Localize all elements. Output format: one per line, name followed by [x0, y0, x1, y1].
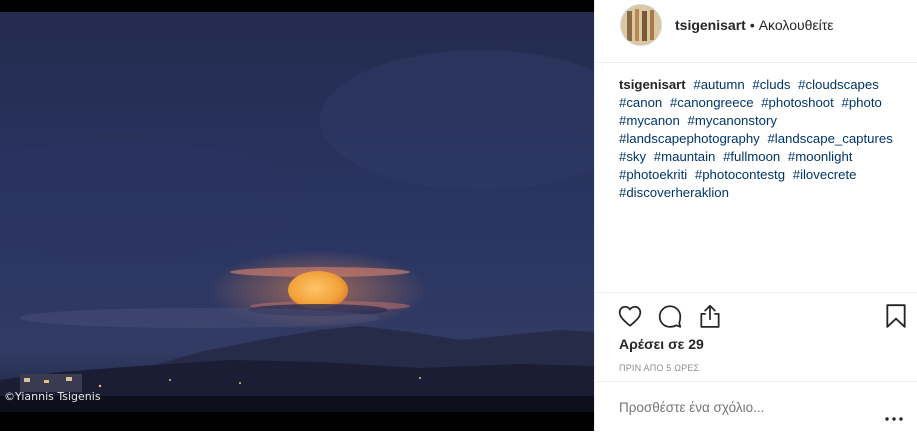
- hashtag-link[interactable]: #landscapephotography: [619, 131, 760, 146]
- post-caption: tsigenisart #autumn #cluds #cloudscapes …: [619, 76, 914, 202]
- moonrise-landscape-image: [0, 0, 594, 431]
- hashtag-link[interactable]: #photocontestg: [695, 167, 785, 182]
- post-photo[interactable]: ©Yiannis Tsigenis: [0, 0, 594, 431]
- hashtag-link[interactable]: #ilovecrete: [793, 167, 857, 182]
- avatar[interactable]: [620, 4, 662, 46]
- comment-bar: [595, 381, 917, 432]
- hashtag-link[interactable]: #discoverheraklion: [619, 185, 729, 200]
- comment-input[interactable]: [619, 400, 859, 415]
- post-timestamp[interactable]: ΠΡΙΝ ΑΠΟ 5 ΩΡΕΣ: [619, 363, 699, 373]
- hashtag-link[interactable]: #cloudscapes: [798, 77, 879, 92]
- hashtag-link[interactable]: #cluds: [752, 77, 790, 92]
- hashtag-link[interactable]: #moonlight: [788, 149, 853, 164]
- hashtag-link[interactable]: #autumn: [693, 77, 744, 92]
- likes-count[interactable]: Αρέσει σε 29: [619, 336, 704, 352]
- hashtag-link[interactable]: #photo: [841, 95, 881, 110]
- share-icon[interactable]: [697, 303, 723, 334]
- photo-watermark: ©Yiannis Tsigenis: [4, 390, 101, 403]
- action-bar: [595, 292, 917, 341]
- hashtag-link[interactable]: #landscape_captures: [767, 131, 892, 146]
- hashtag-link[interactable]: #canon: [619, 95, 662, 110]
- hashtag-link[interactable]: #mycanonstory: [688, 113, 777, 128]
- header-separator: •: [749, 17, 755, 33]
- following-button[interactable]: Ακολουθείτε: [759, 17, 834, 33]
- comment-icon[interactable]: [657, 303, 683, 334]
- hashtag-link[interactable]: #photoshoot: [761, 95, 834, 110]
- hashtag-link[interactable]: #canongreece: [670, 95, 754, 110]
- hashtag-link[interactable]: #mycanon: [619, 113, 680, 128]
- avatar-image: [621, 5, 661, 45]
- post-details-panel: tsigenisart • Ακολουθείτε tsigenisart #aut…: [594, 0, 917, 431]
- header-username-link[interactable]: tsigenisart: [675, 17, 746, 33]
- hashtag-link[interactable]: #mauntain: [654, 149, 716, 164]
- hashtag-link[interactable]: #photoekriti: [619, 167, 687, 182]
- hashtag-list: #autumn #cluds #cloudscapes #canon #cano…: [619, 77, 897, 200]
- header-text: tsigenisart • Ακολουθείτε: [675, 17, 834, 33]
- heart-icon[interactable]: [617, 303, 643, 334]
- hashtag-link[interactable]: #fullmoon: [723, 149, 780, 164]
- caption-username-link[interactable]: tsigenisart: [619, 77, 686, 92]
- hashtag-link[interactable]: #sky: [619, 149, 646, 164]
- more-options-icon[interactable]: [885, 408, 903, 426]
- post-header: tsigenisart • Ακολουθείτε: [595, 0, 917, 63]
- bookmark-icon[interactable]: [884, 303, 908, 334]
